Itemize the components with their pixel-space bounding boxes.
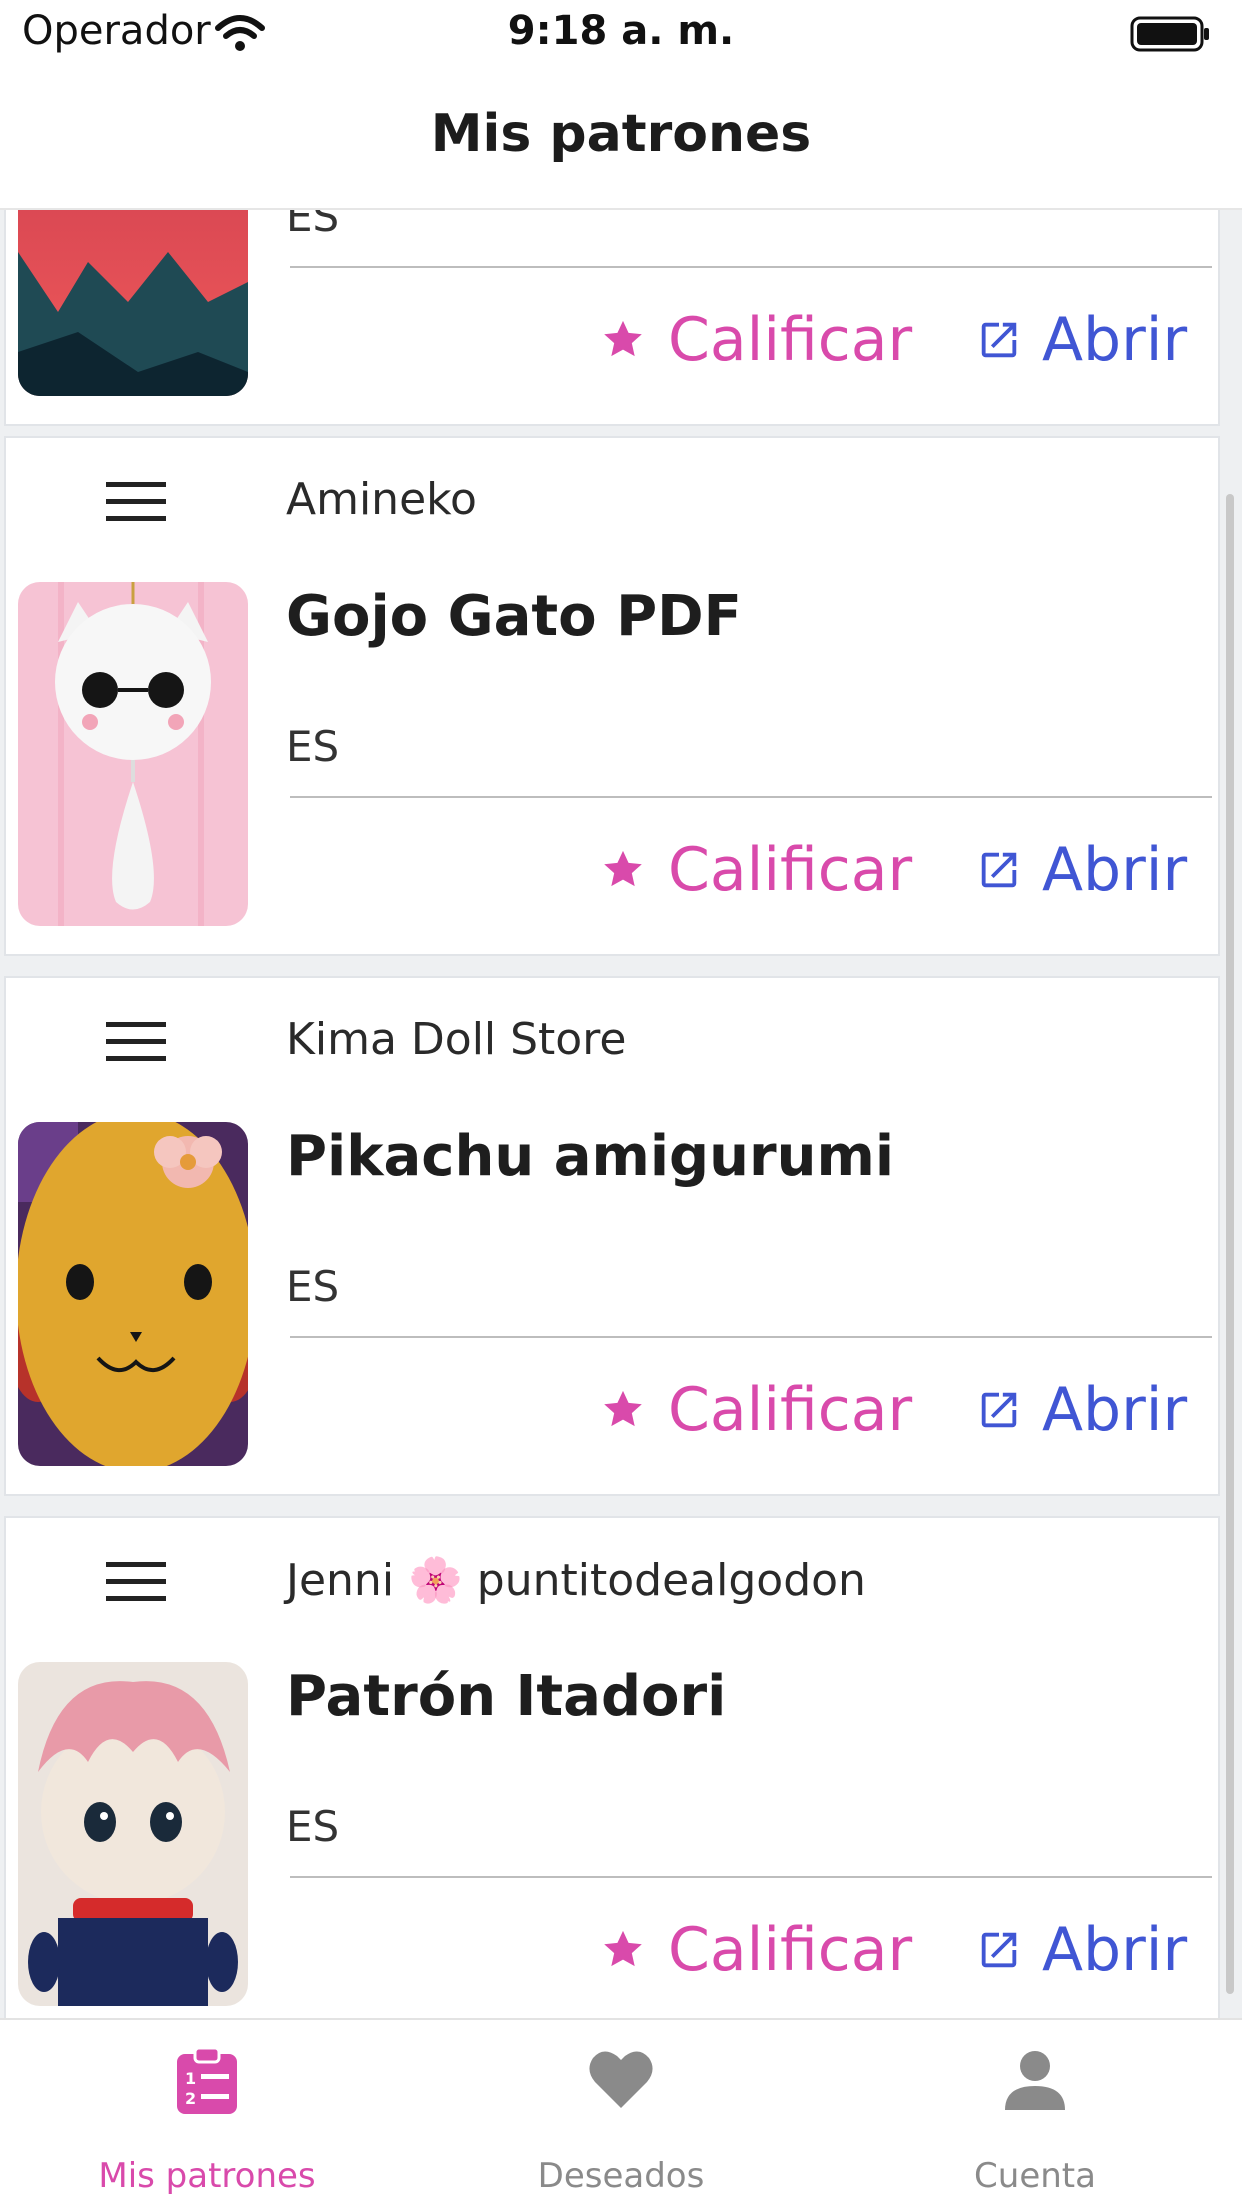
rate-label: Calificar bbox=[668, 1375, 913, 1445]
drag-handle-icon[interactable] bbox=[102, 1018, 170, 1066]
divider bbox=[290, 1336, 1212, 1338]
pattern-title: Pikachu amigurumi bbox=[286, 1124, 895, 1189]
external-link-icon bbox=[981, 852, 1017, 888]
external-link-icon bbox=[981, 1392, 1017, 1428]
open-button[interactable]: Abrir bbox=[976, 1370, 1187, 1450]
pattern-card: ES Calificar Abrir bbox=[4, 210, 1220, 426]
divider bbox=[290, 1876, 1212, 1878]
open-label: Abrir bbox=[1042, 1915, 1188, 1985]
svg-text:2: 2 bbox=[185, 2089, 196, 2108]
mountain-thumbnail-image bbox=[18, 210, 248, 396]
divider bbox=[290, 796, 1212, 798]
navigation-bar: Mis patrones bbox=[0, 68, 1242, 210]
pattern-author: Jenni 🌸 puntitodealgodon bbox=[286, 1555, 866, 1606]
user-icon bbox=[1005, 2051, 1065, 2110]
rate-button[interactable]: Calificar bbox=[600, 1370, 912, 1450]
yellow-pikachu-amigurumi-thumbnail-image bbox=[18, 1122, 248, 1466]
rate-button[interactable]: Calificar bbox=[600, 1910, 912, 1990]
star-icon bbox=[604, 1390, 642, 1427]
pattern-author: Amineko bbox=[286, 474, 477, 525]
open-button[interactable]: Abrir bbox=[976, 300, 1187, 380]
rate-button[interactable]: Calificar bbox=[600, 300, 912, 380]
pattern-thumbnail[interactable] bbox=[18, 582, 248, 926]
drag-handle-icon[interactable] bbox=[102, 1558, 170, 1606]
tab-label: Deseados bbox=[537, 2156, 705, 2196]
drag-handle-icon[interactable] bbox=[102, 478, 170, 526]
pattern-thumbnail[interactable] bbox=[18, 1662, 248, 2006]
tab-label: Cuenta bbox=[974, 2156, 1096, 2196]
pattern-author: Kima Doll Store bbox=[286, 1014, 627, 1065]
pattern-thumbnail[interactable] bbox=[18, 1122, 248, 1466]
svg-text:1: 1 bbox=[185, 2069, 196, 2088]
external-link-icon bbox=[981, 1932, 1017, 1968]
patterns-list[interactable]: ES Calificar Abrir Amineko Gojo Gato PDF… bbox=[0, 210, 1242, 2018]
star-icon bbox=[604, 1930, 642, 1967]
star-icon bbox=[604, 850, 642, 887]
open-label: Abrir bbox=[1042, 835, 1188, 905]
tab-label: Mis patrones bbox=[98, 2156, 316, 2196]
pattern-language: ES bbox=[286, 1802, 340, 1851]
white-cat-amigurumi-thumbnail-image bbox=[18, 582, 248, 926]
pattern-title: Gojo Gato PDF bbox=[286, 584, 742, 649]
open-button[interactable]: Abrir bbox=[976, 1910, 1187, 1990]
pattern-card: Amineko Gojo Gato PDF ES Calificar Abrir bbox=[4, 436, 1220, 956]
open-label: Abrir bbox=[1042, 1375, 1188, 1445]
status-bar: Operador 9:18 a. m. bbox=[0, 0, 1242, 68]
pattern-language: ES bbox=[286, 210, 340, 241]
open-button[interactable]: Abrir bbox=[976, 830, 1187, 910]
battery-icon bbox=[1130, 16, 1209, 52]
rate-label: Calificar bbox=[668, 835, 913, 905]
divider bbox=[290, 266, 1212, 268]
pattern-title: Patrón Itadori bbox=[286, 1664, 727, 1729]
star-icon bbox=[604, 320, 642, 357]
pattern-language: ES bbox=[286, 1262, 340, 1311]
pattern-thumbnail[interactable] bbox=[18, 210, 248, 396]
rate-button[interactable]: Calificar bbox=[600, 830, 912, 910]
pattern-card: Jenni 🌸 puntitodealgodon Patrón Itadori … bbox=[4, 1516, 1220, 2018]
pattern-card: Kima Doll Store Pikachu amigurumi ES Cal… bbox=[4, 976, 1220, 1496]
scrollbar[interactable] bbox=[1226, 494, 1234, 1994]
tab-cuenta[interactable]: Cuenta bbox=[828, 2020, 1242, 2210]
tab-deseados[interactable]: Deseados bbox=[414, 2020, 828, 2210]
clipboard-list-icon: 1 2 bbox=[177, 2046, 237, 2114]
tab-bar: 1 2 Mis patrones Deseados Cuenta bbox=[0, 2018, 1242, 2208]
status-time: 9:18 a. m. bbox=[507, 8, 735, 54]
pattern-language: ES bbox=[286, 722, 340, 771]
open-label: Abrir bbox=[1042, 305, 1188, 375]
rate-label: Calificar bbox=[668, 305, 913, 375]
rate-label: Calificar bbox=[668, 1915, 913, 1985]
page-title: Mis patrones bbox=[430, 104, 812, 164]
heart-icon bbox=[589, 2051, 653, 2108]
external-link-icon bbox=[981, 322, 1017, 358]
itadori-doll-thumbnail-image bbox=[18, 1662, 248, 2006]
tab-mis-patrones[interactable]: 1 2 Mis patrones bbox=[0, 2020, 414, 2210]
